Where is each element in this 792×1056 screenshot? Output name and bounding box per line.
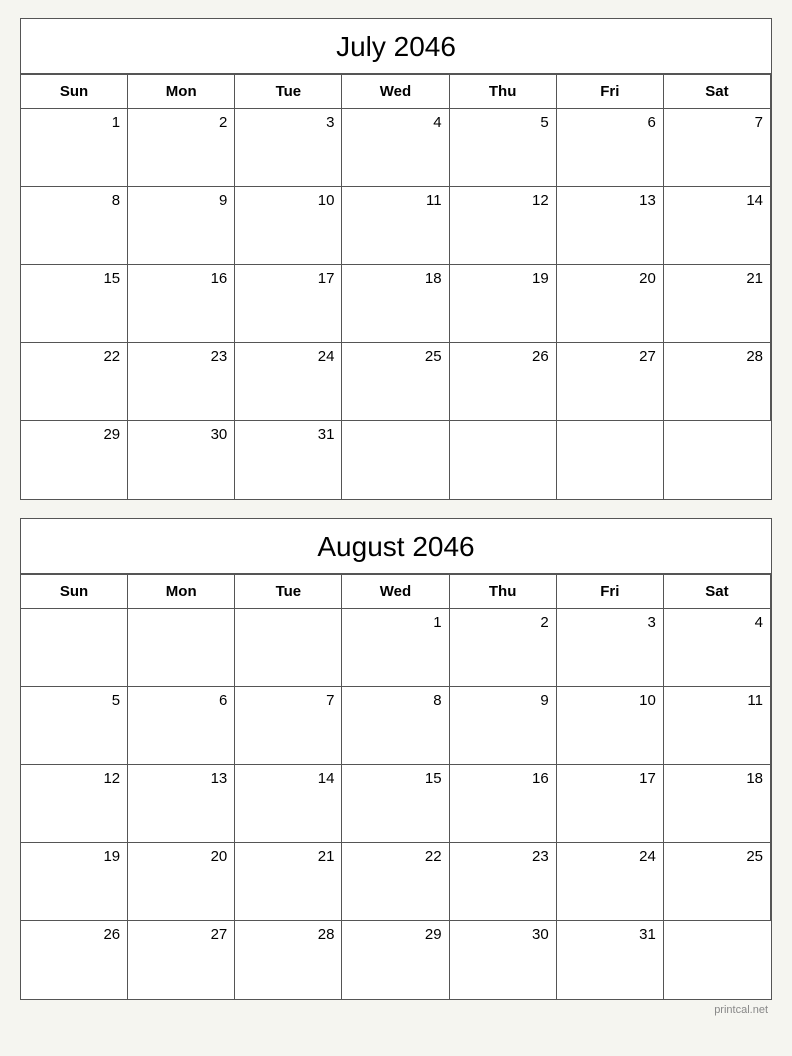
table-row: 20 xyxy=(128,843,235,921)
table-row: 13 xyxy=(128,765,235,843)
table-row xyxy=(342,421,449,499)
table-row: 13 xyxy=(557,187,664,265)
header-sat: Sat xyxy=(664,74,771,109)
table-row: 10 xyxy=(235,187,342,265)
header-thu: Thu xyxy=(450,74,557,109)
table-row: 8 xyxy=(342,687,449,765)
august-calendar: August 2046 Sun Mon Tue Wed Thu Fri Sat … xyxy=(20,518,772,1000)
table-row xyxy=(450,421,557,499)
table-row: 29 xyxy=(21,421,128,499)
table-row: 18 xyxy=(664,765,771,843)
table-row: 22 xyxy=(342,843,449,921)
header-sun: Sun xyxy=(21,74,128,109)
table-row: 2 xyxy=(450,609,557,687)
table-row: 12 xyxy=(450,187,557,265)
table-row: 6 xyxy=(557,109,664,187)
august-grid: Sun Mon Tue Wed Thu Fri Sat 1 2 3 4 5 6 … xyxy=(21,574,771,999)
table-row: 1 xyxy=(342,609,449,687)
table-row: 8 xyxy=(21,187,128,265)
table-row: 17 xyxy=(235,265,342,343)
table-row: 5 xyxy=(21,687,128,765)
table-row: 24 xyxy=(557,843,664,921)
table-row: 19 xyxy=(21,843,128,921)
table-row: 6 xyxy=(128,687,235,765)
table-row: 24 xyxy=(235,343,342,421)
table-row: 11 xyxy=(342,187,449,265)
table-row xyxy=(21,609,128,687)
header-sat: Sat xyxy=(664,574,771,609)
table-row: 14 xyxy=(235,765,342,843)
table-row: 29 xyxy=(342,921,449,999)
header-tue: Tue xyxy=(235,574,342,609)
table-row: 30 xyxy=(450,921,557,999)
table-row: 26 xyxy=(450,343,557,421)
table-row: 21 xyxy=(235,843,342,921)
table-row: 22 xyxy=(21,343,128,421)
july-title: July 2046 xyxy=(21,19,771,74)
table-row: 9 xyxy=(128,187,235,265)
table-row: 17 xyxy=(557,765,664,843)
table-row: 15 xyxy=(342,765,449,843)
table-row: 7 xyxy=(235,687,342,765)
watermark: printcal.net xyxy=(20,1004,772,1016)
table-row: 5 xyxy=(450,109,557,187)
header-mon: Mon xyxy=(128,574,235,609)
table-row xyxy=(128,609,235,687)
table-row: 28 xyxy=(235,921,342,999)
header-tue: Tue xyxy=(235,74,342,109)
header-wed: Wed xyxy=(342,574,449,609)
table-row: 3 xyxy=(557,609,664,687)
table-row xyxy=(664,921,771,999)
table-row: 23 xyxy=(128,343,235,421)
header-sun: Sun xyxy=(21,574,128,609)
table-row: 25 xyxy=(342,343,449,421)
table-row: 19 xyxy=(450,265,557,343)
august-title: August 2046 xyxy=(21,519,771,574)
table-row: 23 xyxy=(450,843,557,921)
table-row: 25 xyxy=(664,843,771,921)
table-row: 10 xyxy=(557,687,664,765)
table-row: 9 xyxy=(450,687,557,765)
table-row: 4 xyxy=(342,109,449,187)
table-row xyxy=(235,609,342,687)
table-row: 7 xyxy=(664,109,771,187)
header-thu: Thu xyxy=(450,574,557,609)
table-row: 16 xyxy=(450,765,557,843)
table-row: 16 xyxy=(128,265,235,343)
table-row: 18 xyxy=(342,265,449,343)
table-row: 27 xyxy=(128,921,235,999)
table-row: 31 xyxy=(557,921,664,999)
table-row: 28 xyxy=(664,343,771,421)
table-row xyxy=(557,421,664,499)
table-row: 3 xyxy=(235,109,342,187)
july-grid: Sun Mon Tue Wed Thu Fri Sat xyxy=(21,74,771,499)
table-row: 31 xyxy=(235,421,342,499)
header-fri: Fri xyxy=(557,74,664,109)
header-fri: Fri xyxy=(557,574,664,609)
table-row: 15 xyxy=(21,265,128,343)
table-row: 14 xyxy=(664,187,771,265)
table-row: 27 xyxy=(557,343,664,421)
table-row: 21 xyxy=(664,265,771,343)
table-row: 20 xyxy=(557,265,664,343)
header-wed: Wed xyxy=(342,74,449,109)
table-row: 4 xyxy=(664,609,771,687)
table-row: 30 xyxy=(128,421,235,499)
table-row: 11 xyxy=(664,687,771,765)
table-row: 26 xyxy=(21,921,128,999)
header-mon: Mon xyxy=(128,74,235,109)
table-row xyxy=(664,421,771,499)
table-row: 1 xyxy=(21,109,128,187)
table-row: 12 xyxy=(21,765,128,843)
table-row: 2 xyxy=(128,109,235,187)
july-calendar: July 2046 Sun Mon Tue Wed Thu Fri Sat xyxy=(20,18,772,500)
